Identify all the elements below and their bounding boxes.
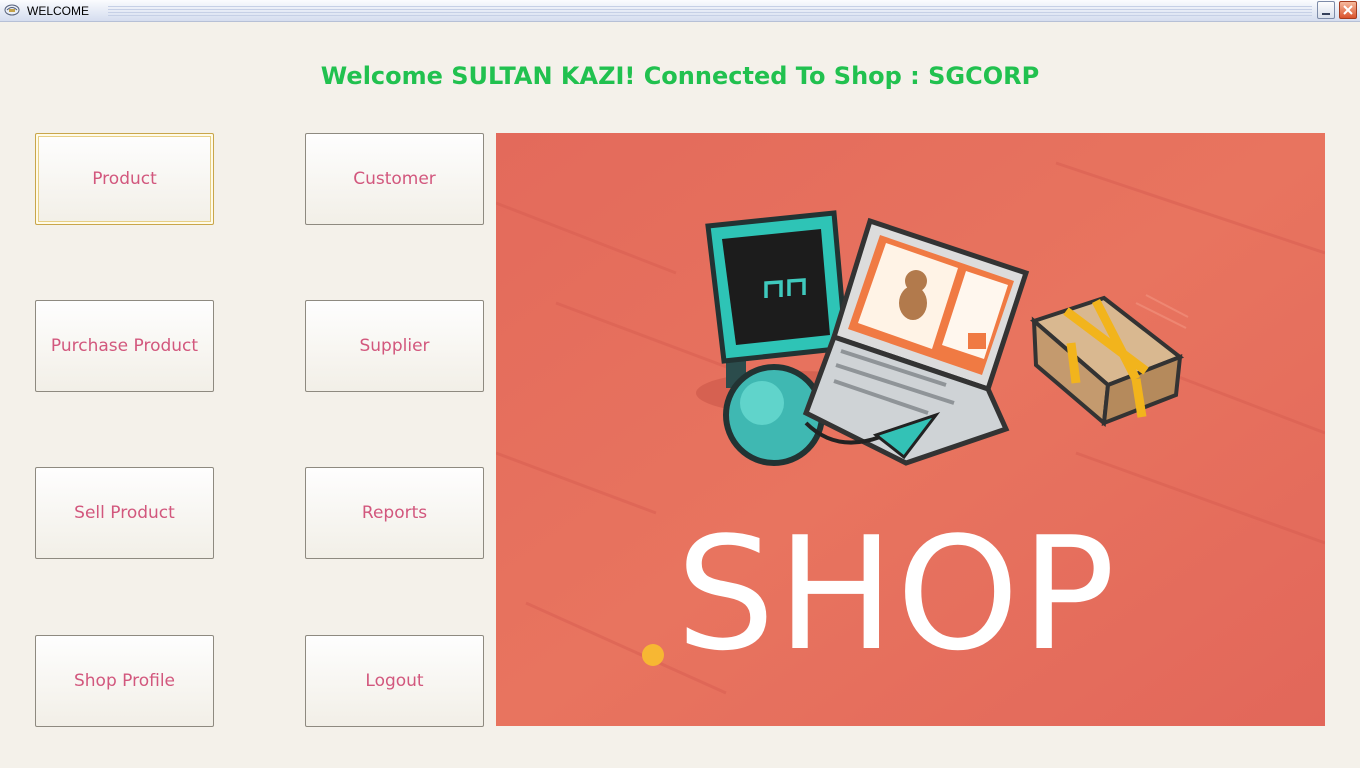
purchase-product-button[interactable]: Purchase Product bbox=[35, 300, 214, 392]
title-bar-grip bbox=[108, 6, 1312, 16]
welcome-message: Welcome SULTAN KAZI! Connected To Shop :… bbox=[320, 62, 1040, 90]
product-button[interactable]: Product bbox=[35, 133, 214, 225]
sell-product-button[interactable]: Sell Product bbox=[35, 467, 214, 559]
title-bar[interactable]: WELCOME bbox=[0, 0, 1360, 22]
window-title: WELCOME bbox=[27, 4, 90, 18]
supplier-button[interactable]: Supplier bbox=[305, 300, 484, 392]
minimize-icon[interactable] bbox=[1317, 1, 1335, 19]
reports-button[interactable]: Reports bbox=[305, 467, 484, 559]
shop-profile-button[interactable]: Shop Profile bbox=[35, 635, 214, 727]
app-icon bbox=[4, 4, 20, 16]
shop-banner: SHOP bbox=[496, 133, 1325, 726]
customer-button[interactable]: Customer bbox=[305, 133, 484, 225]
shop-banner-text: SHOP bbox=[676, 503, 1118, 685]
logout-button[interactable]: Logout bbox=[305, 635, 484, 727]
close-icon[interactable] bbox=[1339, 1, 1357, 19]
